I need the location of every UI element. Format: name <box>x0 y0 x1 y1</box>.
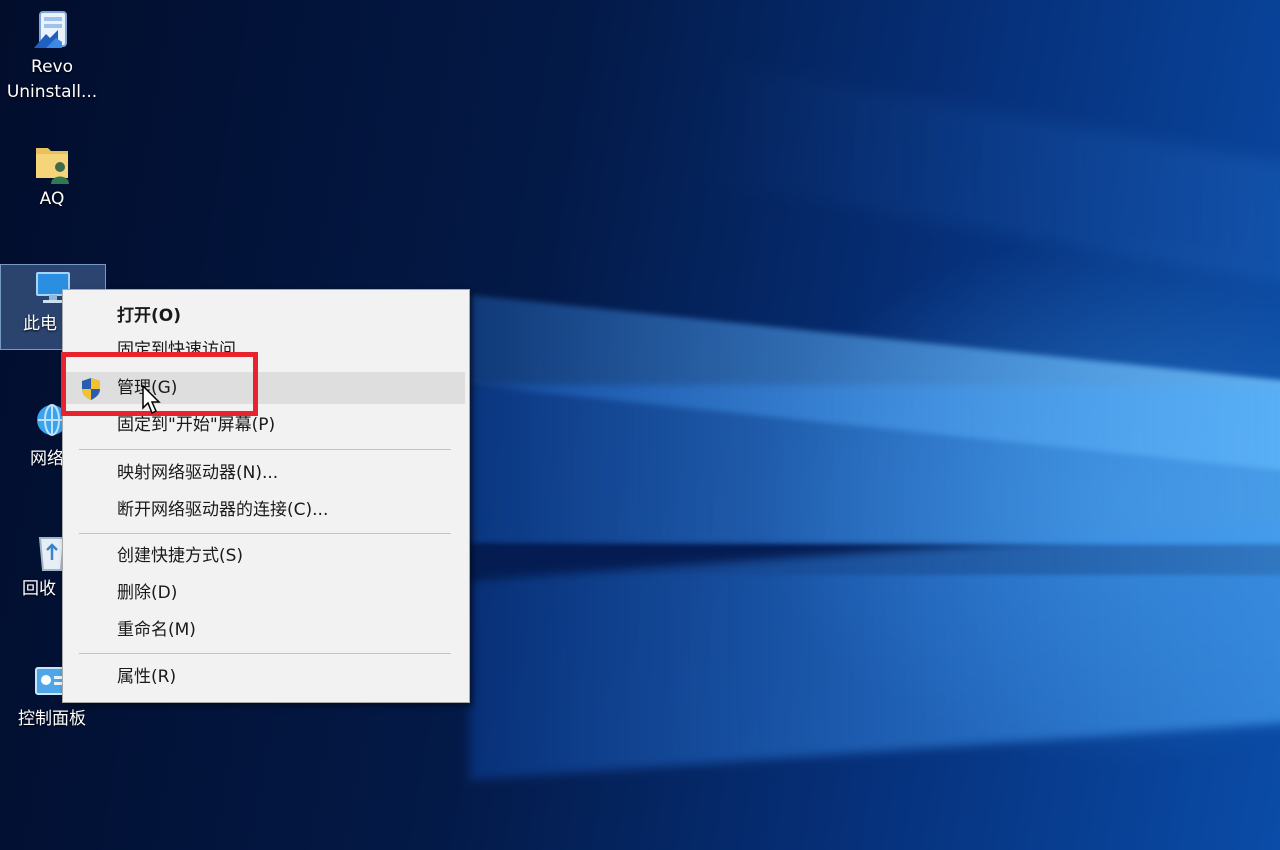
menu-separator <box>79 533 451 534</box>
desktop-icon-label: Revo <box>31 57 73 77</box>
menu-item-rename[interactable]: 重命名(M) <box>65 614 465 646</box>
menu-item-delete[interactable]: 删除(D) <box>65 577 465 609</box>
menu-item-map-network-drive[interactable]: 映射网络驱动器(N)... <box>65 457 465 489</box>
desktop-icon-label: Uninstall... <box>6 82 98 102</box>
revo-uninstaller-icon <box>30 8 74 52</box>
menu-separator <box>79 449 451 450</box>
desktop-icon-label: 控制面板 <box>18 709 86 729</box>
menu-item-disconnect-network-drive[interactable]: 断开网络驱动器的连接(C)... <box>65 494 465 526</box>
desktop: Revo Uninstall... AQ 此电 网络 回收 控制面板 打开(O)… <box>0 0 1280 850</box>
desktop-icon-revo-uninstaller[interactable]: Revo Uninstall... <box>0 8 104 106</box>
wallpaper-light-beam <box>470 385 1280 545</box>
desktop-icon-label: AQ <box>39 189 65 209</box>
menu-item-open[interactable]: 打开(O) <box>65 300 465 332</box>
menu-separator <box>79 653 451 654</box>
user-folder-icon <box>30 140 74 184</box>
mouse-cursor-icon <box>141 384 163 416</box>
menu-item-properties[interactable]: 属性(R) <box>65 661 465 693</box>
menu-item-create-shortcut[interactable]: 创建快捷方式(S) <box>65 540 465 572</box>
desktop-icon-aq[interactable]: AQ <box>0 140 104 213</box>
